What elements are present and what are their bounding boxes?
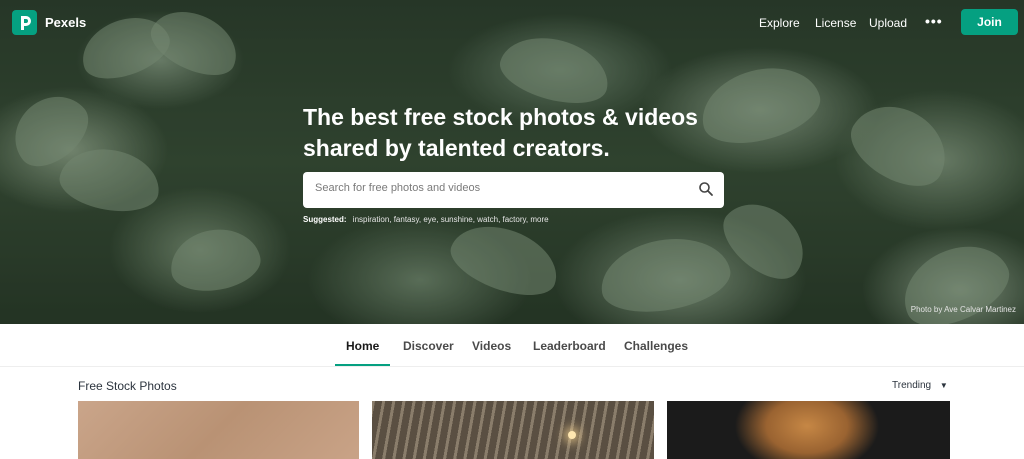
- suggested-list[interactable]: inspiration, fantasy, eye, sunshine, wat…: [353, 215, 549, 224]
- tab-discover[interactable]: Discover: [403, 339, 454, 353]
- tab-leaderboard[interactable]: Leaderboard: [533, 339, 606, 353]
- chevron-down-icon: ▼: [939, 381, 948, 390]
- tab-home[interactable]: Home: [346, 339, 379, 353]
- tab-videos[interactable]: Videos: [472, 339, 511, 353]
- photo-card[interactable]: [78, 401, 359, 459]
- sort-label: Trending: [892, 380, 932, 391]
- search-bar: [303, 172, 724, 208]
- tab-challenges[interactable]: Challenges: [624, 339, 688, 353]
- hero-headline: The best free stock photos & videos shar…: [303, 104, 698, 161]
- brand-name[interactable]: Pexels: [45, 15, 86, 30]
- photo-card[interactable]: [372, 401, 654, 459]
- search-input[interactable]: [313, 181, 687, 195]
- leaf-decoration: [711, 188, 819, 292]
- leaf-decoration: [165, 222, 265, 298]
- leaf-decoration: [594, 229, 736, 321]
- pexels-logo-icon[interactable]: [12, 10, 37, 35]
- sort-dropdown[interactable]: Trending ▼: [892, 380, 948, 391]
- suggested-label: Suggested:: [303, 215, 347, 224]
- photo-credit[interactable]: Photo by Ave Calvar Martinez: [911, 305, 1016, 314]
- leaf-decoration: [55, 141, 165, 219]
- tab-bar: Home Discover Videos Leaderboard Challen…: [0, 324, 1024, 367]
- section-title: Free Stock Photos: [78, 379, 177, 393]
- suggested-searches: Suggested: inspiration, fantasy, eye, su…: [303, 215, 549, 224]
- active-tab-indicator: [335, 364, 390, 366]
- nav-link-upload[interactable]: Upload: [869, 16, 907, 30]
- more-dots-icon[interactable]: •••: [925, 13, 943, 29]
- search-icon[interactable]: [698, 181, 714, 202]
- join-button[interactable]: Join: [961, 9, 1018, 35]
- leaf-decoration: [0, 81, 100, 179]
- nav-link-license[interactable]: License: [815, 16, 856, 30]
- leaf-decoration: [839, 89, 961, 201]
- leaf-decoration: [443, 212, 567, 308]
- nav-link-explore[interactable]: Explore: [759, 16, 800, 30]
- light-decoration: [568, 431, 576, 439]
- top-nav: Pexels Explore License Upload ••• Join: [0, 0, 1024, 46]
- photo-card[interactable]: [667, 401, 950, 459]
